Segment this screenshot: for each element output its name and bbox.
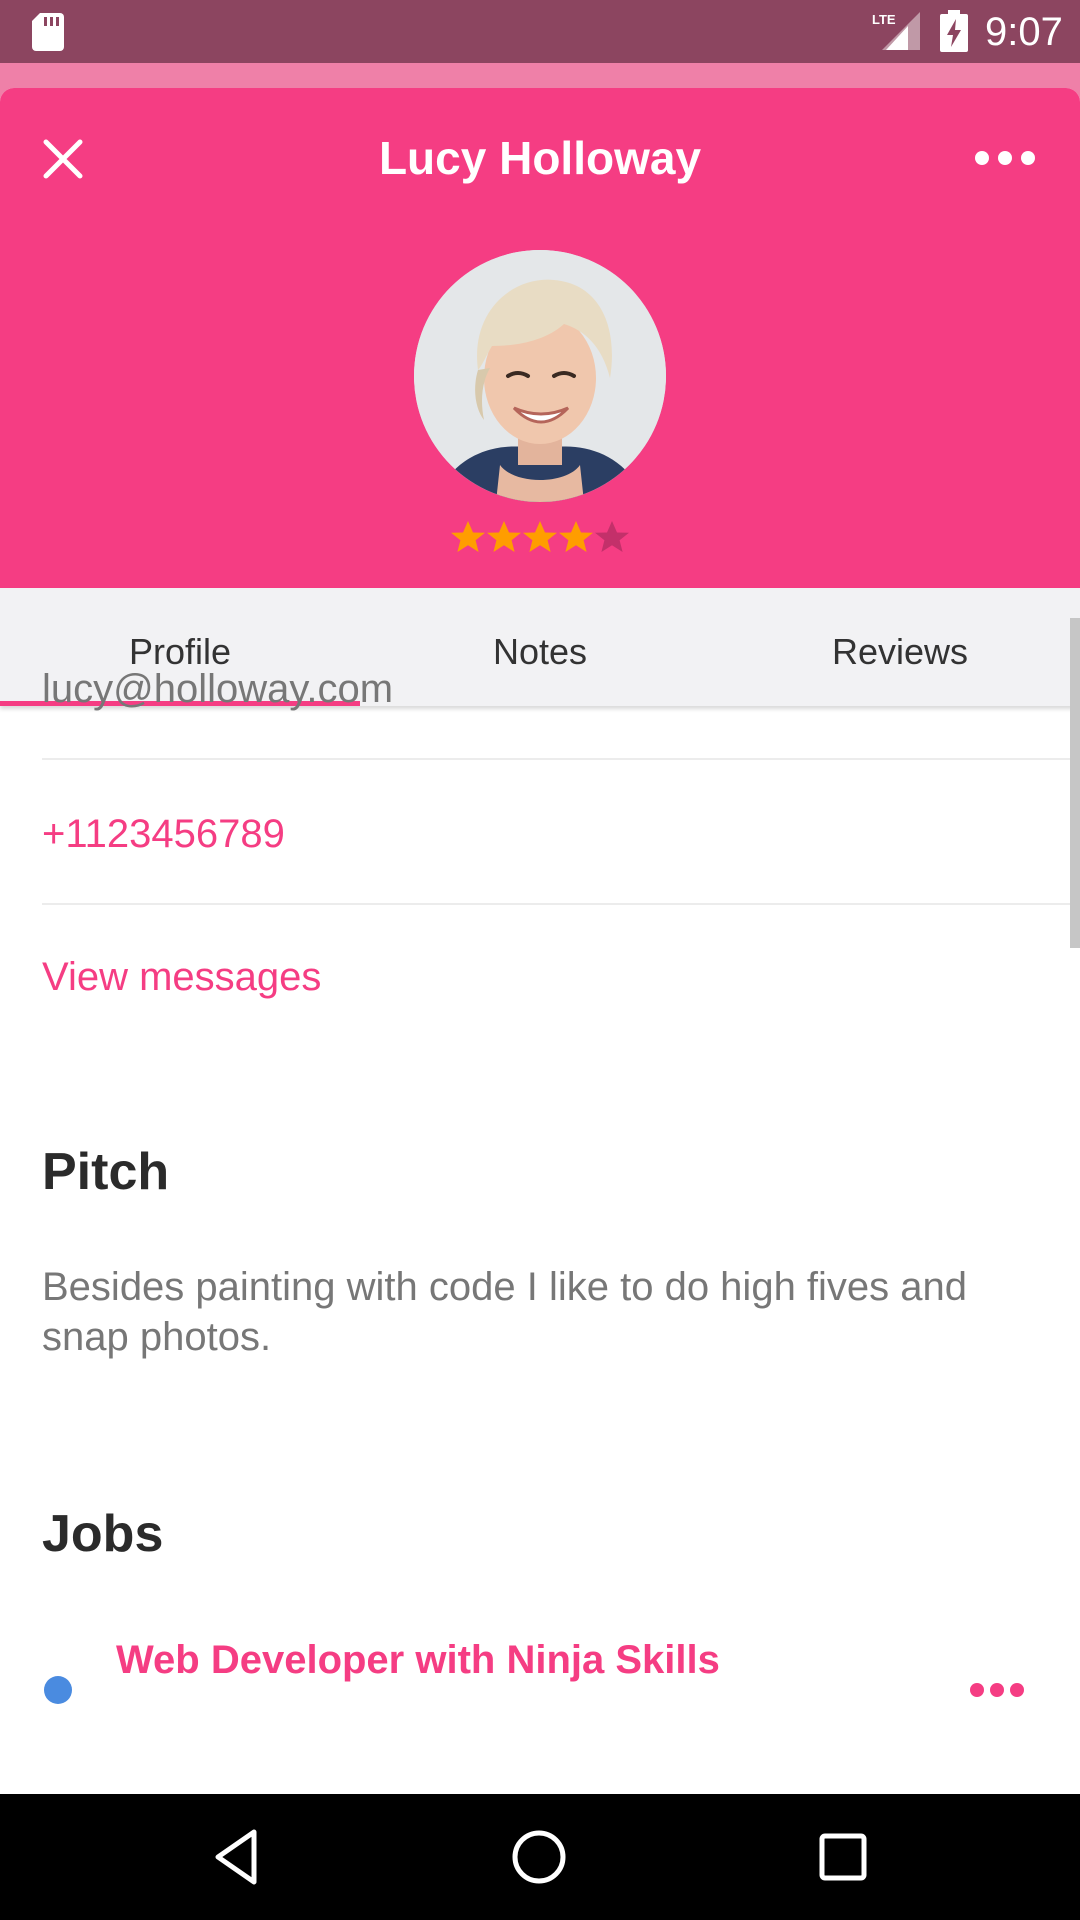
- scrollbar[interactable]: [1070, 618, 1080, 948]
- battery-charging-icon: [940, 10, 968, 52]
- divider: [42, 903, 1080, 905]
- star-icon: [451, 521, 485, 552]
- signal-icon: LTE: [872, 12, 920, 50]
- divider: [42, 758, 1080, 760]
- contact-name: Lucy Holloway: [378, 132, 702, 184]
- job-more-icon[interactable]: [968, 1680, 1026, 1700]
- clock: 9:07: [985, 10, 1063, 54]
- recents-icon[interactable]: [810, 1824, 876, 1890]
- network-label: LTE: [872, 12, 896, 27]
- sd-card-icon: [32, 13, 64, 51]
- star-icon: [523, 521, 557, 552]
- navigation-bar: [0, 1794, 1080, 1920]
- pitch-heading: Pitch: [42, 1143, 170, 1201]
- job-status-dot: [44, 1676, 72, 1704]
- tab-notes[interactable]: Notes: [360, 588, 720, 706]
- status-bar: LTE 9:07: [0, 0, 1080, 63]
- home-icon[interactable]: [506, 1824, 572, 1890]
- jobs-heading: Jobs: [42, 1505, 164, 1563]
- email-field[interactable]: lucy@holloway.com: [42, 665, 393, 713]
- profile-header: Lucy Holloway: [0, 88, 1080, 588]
- star-icon: [487, 521, 521, 552]
- job-title-link[interactable]: Web Developer with Ninja Skills: [116, 1636, 720, 1684]
- star-empty-icon: [595, 521, 629, 552]
- more-icon[interactable]: [970, 140, 1040, 176]
- app-screen: LTE 9:07 Lucy Holloway Profile Notes Rev…: [0, 0, 1080, 1920]
- view-messages-link[interactable]: View messages: [42, 953, 321, 1001]
- phone-link[interactable]: +1123456789: [42, 810, 285, 858]
- star-icon: [559, 521, 593, 552]
- star-rating: [450, 516, 630, 560]
- avatar: [414, 250, 666, 502]
- back-icon[interactable]: [204, 1824, 270, 1890]
- close-icon[interactable]: [30, 126, 96, 192]
- tab-reviews[interactable]: Reviews: [720, 588, 1080, 706]
- rating-stars: [451, 521, 629, 552]
- pitch-text: Besides painting with code I like to do …: [42, 1265, 968, 1359]
